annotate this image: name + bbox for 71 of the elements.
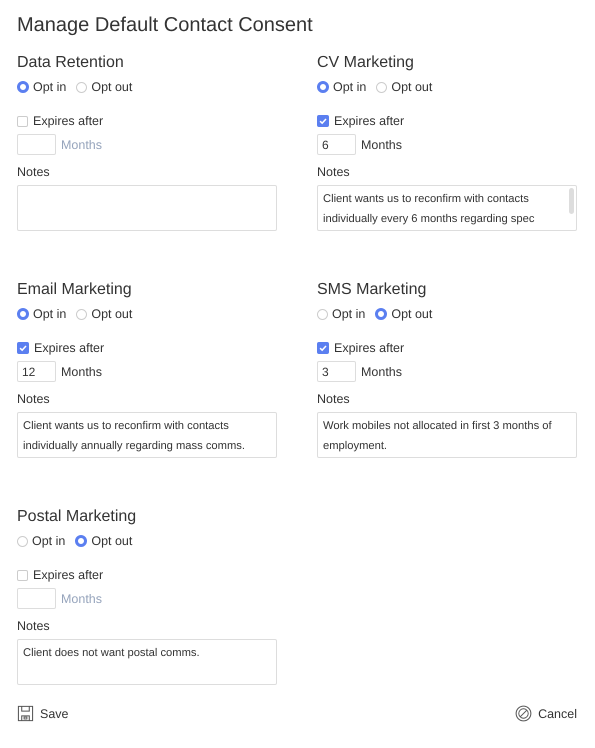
radio-option[interactable]: Opt out xyxy=(376,80,432,94)
radio-option[interactable]: Opt out xyxy=(76,307,132,321)
notes-label: Notes xyxy=(317,392,351,406)
notes-label: Notes xyxy=(17,165,51,179)
checkbox-label: Expires after xyxy=(34,341,104,355)
notes-label: Notes xyxy=(17,619,51,633)
months-label: Months xyxy=(361,364,402,378)
radio-icon[interactable] xyxy=(17,308,29,320)
section-title: SMS Marketing xyxy=(317,281,428,299)
radio-icon[interactable] xyxy=(75,535,88,547)
checkbox[interactable] xyxy=(317,342,329,354)
radio-option[interactable]: Opt in xyxy=(317,80,366,94)
radio-label: Opt out xyxy=(391,80,432,94)
notes-field[interactable]: Client wants us to reconfirm with contacts individually every 6 months regarding spec xyxy=(317,185,577,231)
months-label: Months xyxy=(61,138,102,152)
radio-icon[interactable] xyxy=(76,82,88,92)
section-title: CV Marketing xyxy=(317,54,415,72)
months-field[interactable] xyxy=(17,588,56,609)
radio-option[interactable]: Opt out xyxy=(75,534,132,548)
checkbox[interactable] xyxy=(317,115,329,127)
radio-icon[interactable] xyxy=(375,308,388,320)
radio-label: Opt out xyxy=(91,307,132,321)
months-label: Months xyxy=(361,138,402,152)
floppy-disk-icon xyxy=(17,705,34,722)
checkbox-label: Expires after xyxy=(33,568,104,582)
radio-label: Opt out xyxy=(391,307,432,321)
notes-field[interactable]: Client does not want postal comms. xyxy=(17,639,277,685)
checkbox[interactable] xyxy=(17,116,28,126)
months-label: Months xyxy=(61,592,102,606)
months-field[interactable]: 3 xyxy=(317,361,356,382)
radio-label: Opt out xyxy=(91,534,132,548)
radio-icon[interactable] xyxy=(76,308,88,320)
checkbox[interactable] xyxy=(17,342,29,354)
checkbox-label: Expires after xyxy=(334,341,404,355)
notes-label: Notes xyxy=(17,392,51,406)
radio-label: Opt in xyxy=(33,80,66,94)
radio-icon[interactable] xyxy=(17,536,28,546)
radio-label: Opt out xyxy=(91,80,132,94)
months-field[interactable] xyxy=(17,134,56,155)
checkbox-label: Expires after xyxy=(334,114,404,128)
months-field[interactable]: 6 xyxy=(317,134,356,155)
radio-icon[interactable] xyxy=(376,82,388,92)
checkbox-label: Expires after xyxy=(33,114,104,128)
radio-option[interactable]: Opt in xyxy=(317,307,366,321)
notes-field[interactable] xyxy=(17,185,277,231)
cancel-button[interactable]: Cancel xyxy=(515,705,577,722)
scrollbar-thumb[interactable] xyxy=(569,188,574,214)
checkbox[interactable] xyxy=(17,570,28,580)
radio-option[interactable]: Opt out xyxy=(375,307,432,321)
section-title: Email Marketing xyxy=(17,281,133,299)
notes-field[interactable]: Work mobiles not allocated in first 3 months of employment. xyxy=(317,412,577,458)
radio-option[interactable]: Opt in xyxy=(17,80,66,94)
radio-option[interactable]: Opt out xyxy=(76,80,132,94)
notes-field[interactable]: Client wants us to reconfirm with contacts individually annually regarding mass comms. xyxy=(17,412,277,458)
radio-option[interactable]: Opt in xyxy=(17,534,66,548)
radio-icon[interactable] xyxy=(317,308,328,320)
radio-label: Opt in xyxy=(332,307,366,321)
radio-option[interactable]: Opt in xyxy=(17,307,66,321)
months-field[interactable]: 12 xyxy=(17,361,56,382)
notes-label: Notes xyxy=(317,165,351,179)
section-title: Data Retention xyxy=(17,54,125,72)
radio-icon[interactable] xyxy=(317,81,329,93)
radio-icon[interactable] xyxy=(17,81,29,93)
cancel-icon xyxy=(515,705,532,722)
section-title: Postal Marketing xyxy=(17,508,138,526)
radio-label: Opt in xyxy=(333,80,366,94)
radio-label: Opt in xyxy=(32,534,66,548)
page-title: Manage Default Contact Consent xyxy=(17,14,314,37)
months-label: Months xyxy=(61,364,102,378)
radio-label: Opt in xyxy=(33,307,66,321)
save-button[interactable]: Save xyxy=(17,705,68,722)
